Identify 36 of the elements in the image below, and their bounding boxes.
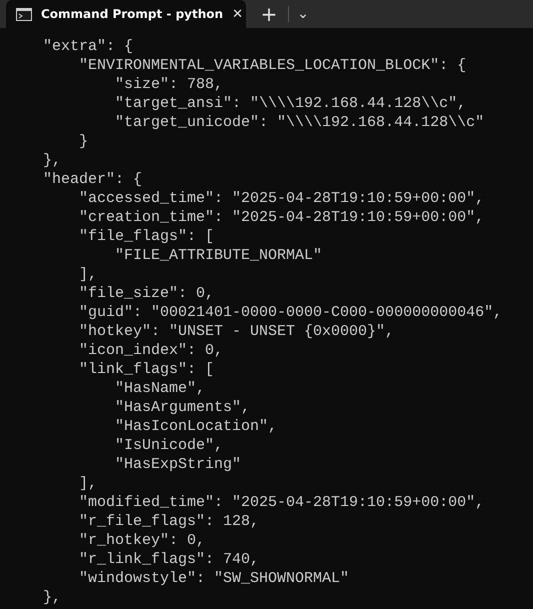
terminal-line: "r_file_flags": 128,: [78, 512, 260, 531]
dropdown-button[interactable]: ⌄: [295, 0, 311, 28]
terminal-line: "extra": {: [42, 37, 134, 56]
terminal-line: "accessed_time": "2025-04-28T19:10:59+00:00",: [78, 189, 486, 208]
terminal-line: ],: [78, 474, 98, 493]
terminal-line: "file_flags": [: [78, 227, 216, 246]
terminal-line: "HasArguments",: [114, 398, 252, 417]
terminal-tab[interactable]: Command Prompt - python ✕: [6, 0, 246, 28]
terminal-line: "file_size": 0,: [78, 284, 216, 303]
terminal-line: "target_unicode": "\\\\192.168.44.128\\c": [114, 113, 486, 132]
close-tab-button[interactable]: ✕: [232, 6, 243, 22]
terminal-line: "r_hotkey": 0,: [78, 531, 206, 550]
terminal-line: "IsUnicode",: [114, 436, 224, 455]
terminal-line: "size": 788,: [114, 75, 224, 94]
terminal-line: "HasIconLocation",: [114, 417, 278, 436]
terminal-line: "windowstyle": "SW_SHOWNORMAL": [78, 569, 350, 588]
tab-title: Command Prompt - python: [41, 7, 224, 21]
terminal-line: },: [42, 588, 62, 607]
terminal-icon: [16, 8, 32, 20]
terminal-line: }: [78, 132, 90, 151]
terminal-line: },: [42, 151, 62, 170]
terminal-line: "FILE_ATTRIBUTE_NORMAL": [114, 246, 324, 265]
terminal-line: "target_ansi": "\\\\192.168.44.128\\c",: [114, 94, 468, 113]
new-tab-button[interactable]: +: [258, 0, 280, 28]
terminal-line: "hotkey": "UNSET - UNSET {0x0000}",: [78, 322, 396, 341]
terminal-line: ],: [78, 265, 98, 284]
terminal-line: "modified_time": "2025-04-28T19:10:59+00:00",: [78, 493, 486, 512]
terminal-line: "guid": "00021401-0000-0000-C000-000000000046",: [78, 303, 504, 322]
terminal-line: "icon_index": 0,: [78, 341, 224, 360]
terminal-line: "HasExpString": [114, 455, 242, 474]
terminal-line: "header": {: [42, 170, 144, 189]
terminal-line: "ENVIRONMENTAL_VARIABLES_LOCATION_BLOCK": {: [78, 56, 468, 75]
terminal-line: "creation_time": "2025-04-28T19:10:59+00:00",: [78, 208, 486, 227]
terminal-line: "link_flags": [: [78, 360, 216, 379]
terminal-line: "HasName",: [114, 379, 206, 398]
terminal-line: "r_link_flags": 740,: [78, 550, 260, 569]
